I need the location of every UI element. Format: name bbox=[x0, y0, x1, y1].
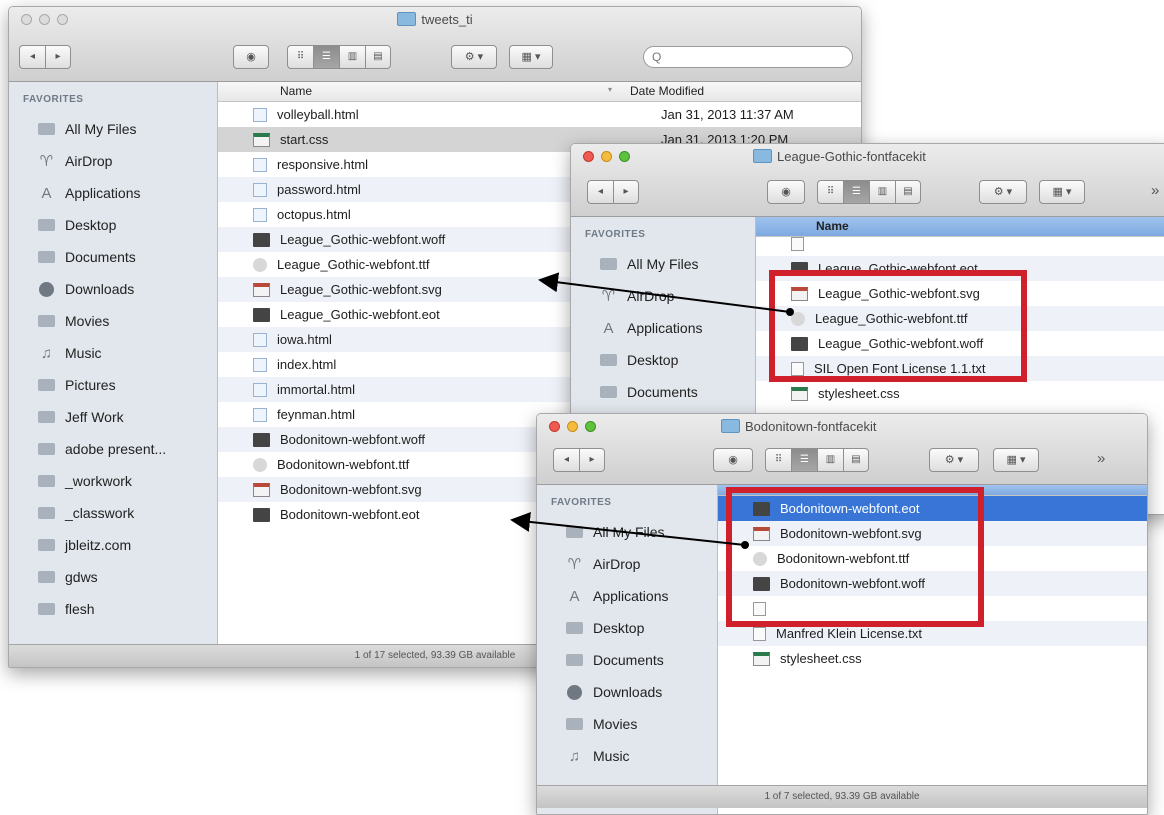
bodoni-arrow-origin bbox=[741, 541, 749, 549]
bodoni-arrow bbox=[510, 511, 746, 546]
annotation-arrows bbox=[510, 272, 794, 549]
league-arrow bbox=[538, 272, 791, 313]
league-arrow-origin bbox=[786, 308, 794, 316]
